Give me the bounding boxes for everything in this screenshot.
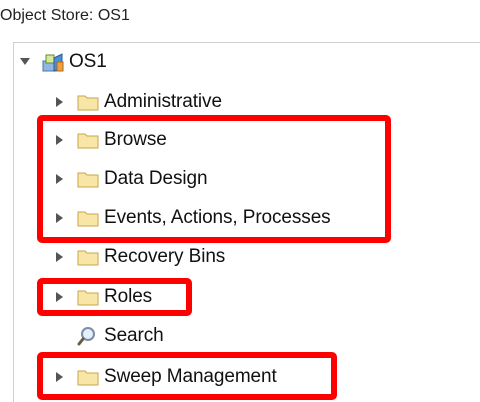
tree-item-search[interactable]: Search xyxy=(77,322,164,350)
tree-item-data-design[interactable]: Data Design xyxy=(55,165,208,193)
expand-right-arrow-icon[interactable] xyxy=(55,371,65,383)
object-store-icon xyxy=(42,52,64,72)
folder-icon xyxy=(77,287,99,307)
tree-item-label: Sweep Management xyxy=(104,366,277,387)
folder-icon xyxy=(77,247,99,267)
folder-icon xyxy=(77,367,99,387)
object-store-title: Object Store: OS1 xyxy=(0,7,130,24)
expand-right-arrow-icon[interactable] xyxy=(55,134,65,146)
folder-icon xyxy=(77,208,99,228)
tree-item-administrative[interactable]: Administrative xyxy=(55,88,222,116)
object-store-view: Object Store: OS1 OS1 Administrative Bro… xyxy=(0,0,480,402)
tree-item-recovery-bins[interactable]: Recovery Bins xyxy=(55,243,225,271)
tree-item-label: Roles xyxy=(104,286,153,307)
tree-item-label: Administrative xyxy=(104,91,222,112)
expand-right-arrow-icon[interactable] xyxy=(55,96,65,108)
tree-item-label: Recovery Bins xyxy=(104,246,226,267)
expand-down-arrow-icon[interactable] xyxy=(20,56,30,68)
tree-item-browse[interactable]: Browse xyxy=(55,126,167,154)
tree-item-label: Data Design xyxy=(104,168,208,189)
expand-right-arrow-icon[interactable] xyxy=(55,212,65,224)
expand-right-arrow-icon[interactable] xyxy=(55,251,65,263)
tree-item-label: Search xyxy=(104,325,164,346)
expand-right-arrow-icon[interactable] xyxy=(55,173,65,185)
expand-right-arrow-icon[interactable] xyxy=(55,291,65,303)
folder-icon xyxy=(77,130,99,150)
tree-item-events-actions-processes[interactable]: Events, Actions, Processes xyxy=(55,204,331,232)
search-icon xyxy=(77,326,99,346)
tree-item-roles[interactable]: Roles xyxy=(55,283,152,311)
folder-icon xyxy=(77,169,99,189)
tree-root-os1[interactable]: OS1 xyxy=(20,48,107,76)
tree-item-label: Events, Actions, Processes xyxy=(104,207,331,228)
tree-item-sweep-management[interactable]: Sweep Management xyxy=(55,363,277,391)
folder-icon xyxy=(77,92,99,112)
tree-item-label: Browse xyxy=(104,129,167,150)
tree-root-label: OS1 xyxy=(69,51,107,72)
